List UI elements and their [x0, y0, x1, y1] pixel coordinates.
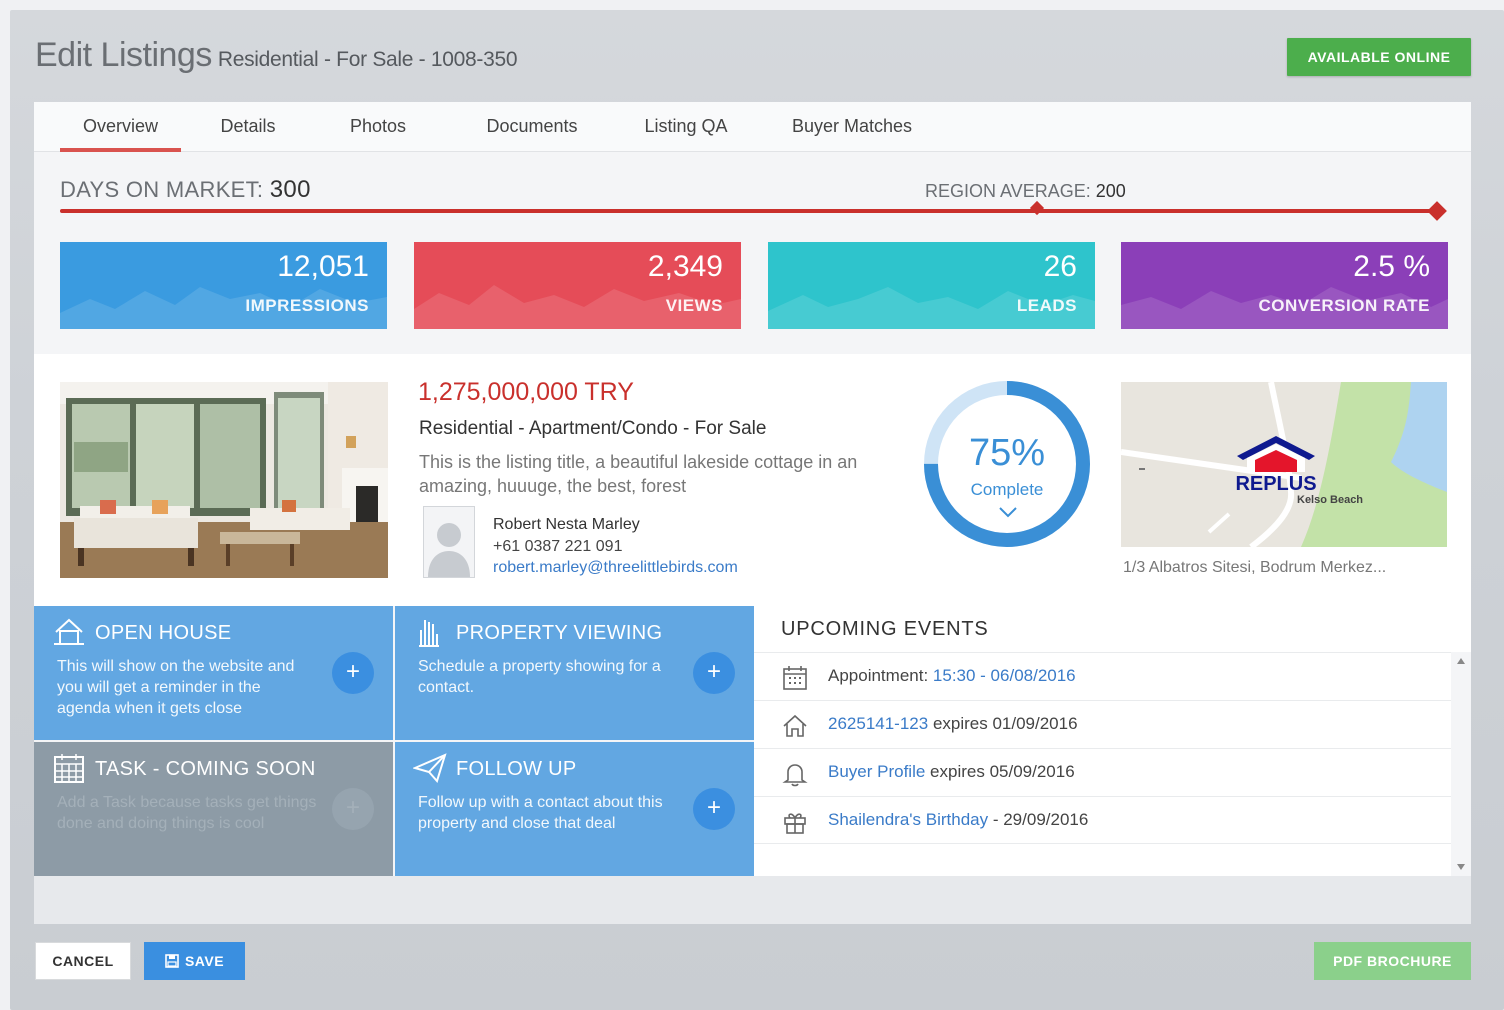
- market-progress-line: [60, 209, 1438, 213]
- user-silhouette-icon: [424, 507, 474, 577]
- listing-summary: 1,275,000,000 TRY Residential - Apartmen…: [34, 354, 1471, 606]
- gift-icon: [784, 813, 806, 834]
- pdf-brochure-button[interactable]: PDF BROCHURE: [1314, 942, 1471, 980]
- agent-email-link[interactable]: robert.marley@threelittlebirds.com: [493, 559, 738, 577]
- completion-donut[interactable]: 75% Complete: [914, 380, 1104, 550]
- listing-price: 1,275,000,000 TRY: [418, 378, 634, 406]
- open-house-add-button[interactable]: +: [332, 652, 374, 694]
- follow-up-add-button[interactable]: +: [693, 788, 735, 830]
- days-on-market-label: DAYS ON MARKET:: [60, 177, 264, 202]
- event-link[interactable]: 15:30 - 06/08/2016: [933, 666, 1076, 685]
- available-online-button[interactable]: AVAILABLE ONLINE: [1287, 38, 1471, 76]
- scroll-up-icon[interactable]: [1457, 658, 1465, 664]
- agent-avatar: [423, 506, 475, 578]
- days-on-market: DAYS ON MARKET: 300: [60, 176, 311, 204]
- card-bottom-strip: [34, 876, 1471, 924]
- floppy-disk-icon: [165, 954, 179, 968]
- region-average: REGION AVERAGE: 200: [925, 181, 1126, 202]
- upcoming-events-panel: UPCOMING EVENTS Appointment: 15:30 - 06/…: [754, 606, 1471, 876]
- calendar-icon: [54, 754, 84, 783]
- completion-label: Complete: [970, 480, 1044, 499]
- page-title-main: Edit Listings: [35, 36, 212, 74]
- stat-views-label: VIEWS: [665, 296, 723, 315]
- tab-details[interactable]: Details: [206, 102, 290, 152]
- listing-description: This is the listing title, a beautiful l…: [419, 452, 858, 496]
- property-viewing-title: PROPERTY VIEWING: [456, 622, 663, 644]
- agent-phone: +61 0387 221 091: [493, 538, 623, 555]
- stat-impressions: 12,051 IMPRESSIONS: [60, 242, 387, 329]
- chevron-down-icon: [999, 507, 1017, 518]
- task-text: Add a Task because tasks get things done…: [57, 794, 317, 832]
- property-viewing-tile[interactable]: PROPERTY VIEWING Schedule a property sho…: [395, 606, 754, 740]
- task-title: TASK - COMING SOON: [95, 758, 316, 780]
- bell-icon: [782, 764, 808, 787]
- tab-documents[interactable]: Documents: [474, 102, 590, 152]
- region-average-label: REGION AVERAGE:: [925, 181, 1091, 201]
- svg-text:REPLUS: REPLUS: [1235, 473, 1316, 492]
- event-suffix: - 29/09/2016: [988, 810, 1089, 829]
- days-on-market-marker: [1427, 201, 1447, 221]
- listing-address: 1/3 Albatros Sitesi, Bodrum Merkez...: [1123, 559, 1387, 576]
- tab-photos[interactable]: Photos: [336, 102, 420, 152]
- tab-overview[interactable]: Overview: [60, 102, 181, 152]
- event-suffix: expires 05/09/2016: [925, 762, 1075, 781]
- stat-conversion-label: CONVERSION RATE: [1258, 296, 1430, 315]
- task-add-button: +: [332, 788, 374, 830]
- events-scrollbar[interactable]: [1451, 652, 1471, 876]
- open-house-icon: [54, 618, 84, 645]
- tab-bar: Overview Details Photos Documents Listin…: [34, 102, 1471, 152]
- agent-name: Robert Nesta Marley: [493, 516, 640, 533]
- event-row[interactable]: 2625141-123 expires 01/09/2016: [754, 700, 1451, 748]
- listing-photo[interactable]: [60, 382, 388, 578]
- home-icon: [783, 714, 807, 737]
- stat-leads: 26 LEADS: [768, 242, 1095, 329]
- stat-impressions-value: 12,051: [277, 250, 369, 283]
- calendar-icon: [783, 666, 807, 690]
- paper-plane-icon: [413, 753, 447, 783]
- completion-percent: 75%: [968, 432, 1046, 474]
- stat-leads-value: 26: [1043, 250, 1077, 283]
- scroll-down-icon[interactable]: [1457, 864, 1465, 870]
- listing-map[interactable]: REPLUS Kelso Beach: [1121, 382, 1447, 547]
- stat-conversion-value: 2.5 %: [1353, 250, 1430, 283]
- tab-buyer-matches[interactable]: Buyer Matches: [780, 102, 924, 152]
- save-button[interactable]: SAVE: [144, 942, 245, 980]
- days-on-market-value: 300: [269, 176, 311, 203]
- replus-logo-icon: REPLUS: [1235, 436, 1317, 492]
- listing-card: Overview Details Photos Documents Listin…: [34, 102, 1471, 924]
- save-label: SAVE: [184, 953, 225, 969]
- event-link[interactable]: 2625141-123: [828, 714, 928, 733]
- stat-impressions-label: IMPRESSIONS: [245, 296, 369, 315]
- tab-listing-qa[interactable]: Listing QA: [634, 102, 738, 152]
- stat-conversion-rate: 2.5 % CONVERSION RATE: [1121, 242, 1448, 329]
- event-row[interactable]: Buyer Profile expires 05/09/2016: [754, 748, 1451, 796]
- map-place-label: Kelso Beach: [1297, 494, 1364, 506]
- follow-up-tile[interactable]: FOLLOW UP Follow up with a contact about…: [395, 742, 754, 876]
- open-house-title: OPEN HOUSE: [95, 622, 232, 644]
- property-viewing-text: Schedule a property showing for a contac…: [418, 658, 661, 696]
- page-subtitle: Residential - For Sale - 1008-350: [217, 48, 518, 71]
- event-prefix: Appointment:: [828, 666, 933, 685]
- event-suffix: expires 01/09/2016: [928, 714, 1078, 733]
- follow-up-text: Follow up with a contact about this prop…: [418, 794, 663, 832]
- event-row[interactable]: Shailendra's Birthday - 29/09/2016: [754, 796, 1451, 844]
- property-viewing-add-button[interactable]: +: [693, 652, 735, 694]
- stat-views: 2,349 VIEWS: [414, 242, 741, 329]
- follow-up-title: FOLLOW UP: [456, 758, 577, 780]
- event-link[interactable]: Shailendra's Birthday: [828, 810, 988, 829]
- stat-views-value: 2,349: [647, 250, 723, 283]
- event-link[interactable]: Buyer Profile: [828, 762, 925, 781]
- cancel-button[interactable]: CANCEL: [35, 942, 131, 980]
- event-row[interactable]: Appointment: 15:30 - 06/08/2016: [754, 652, 1451, 700]
- upcoming-events-title: UPCOMING EVENTS: [781, 618, 989, 640]
- open-house-tile[interactable]: OPEN HOUSE This will show on the website…: [34, 606, 393, 740]
- stat-leads-label: LEADS: [1016, 296, 1077, 315]
- hand-pointer-icon: [419, 620, 439, 647]
- open-house-text: This will show on the website and you wi…: [57, 658, 295, 717]
- task-tile: TASK - COMING SOON Add a Task because ta…: [34, 742, 393, 876]
- region-average-value: 200: [1095, 181, 1126, 201]
- listing-type: Residential - Apartment/Condo - For Sale: [419, 418, 767, 439]
- page-title: Edit Listings Residential - For Sale - 10…: [35, 36, 518, 75]
